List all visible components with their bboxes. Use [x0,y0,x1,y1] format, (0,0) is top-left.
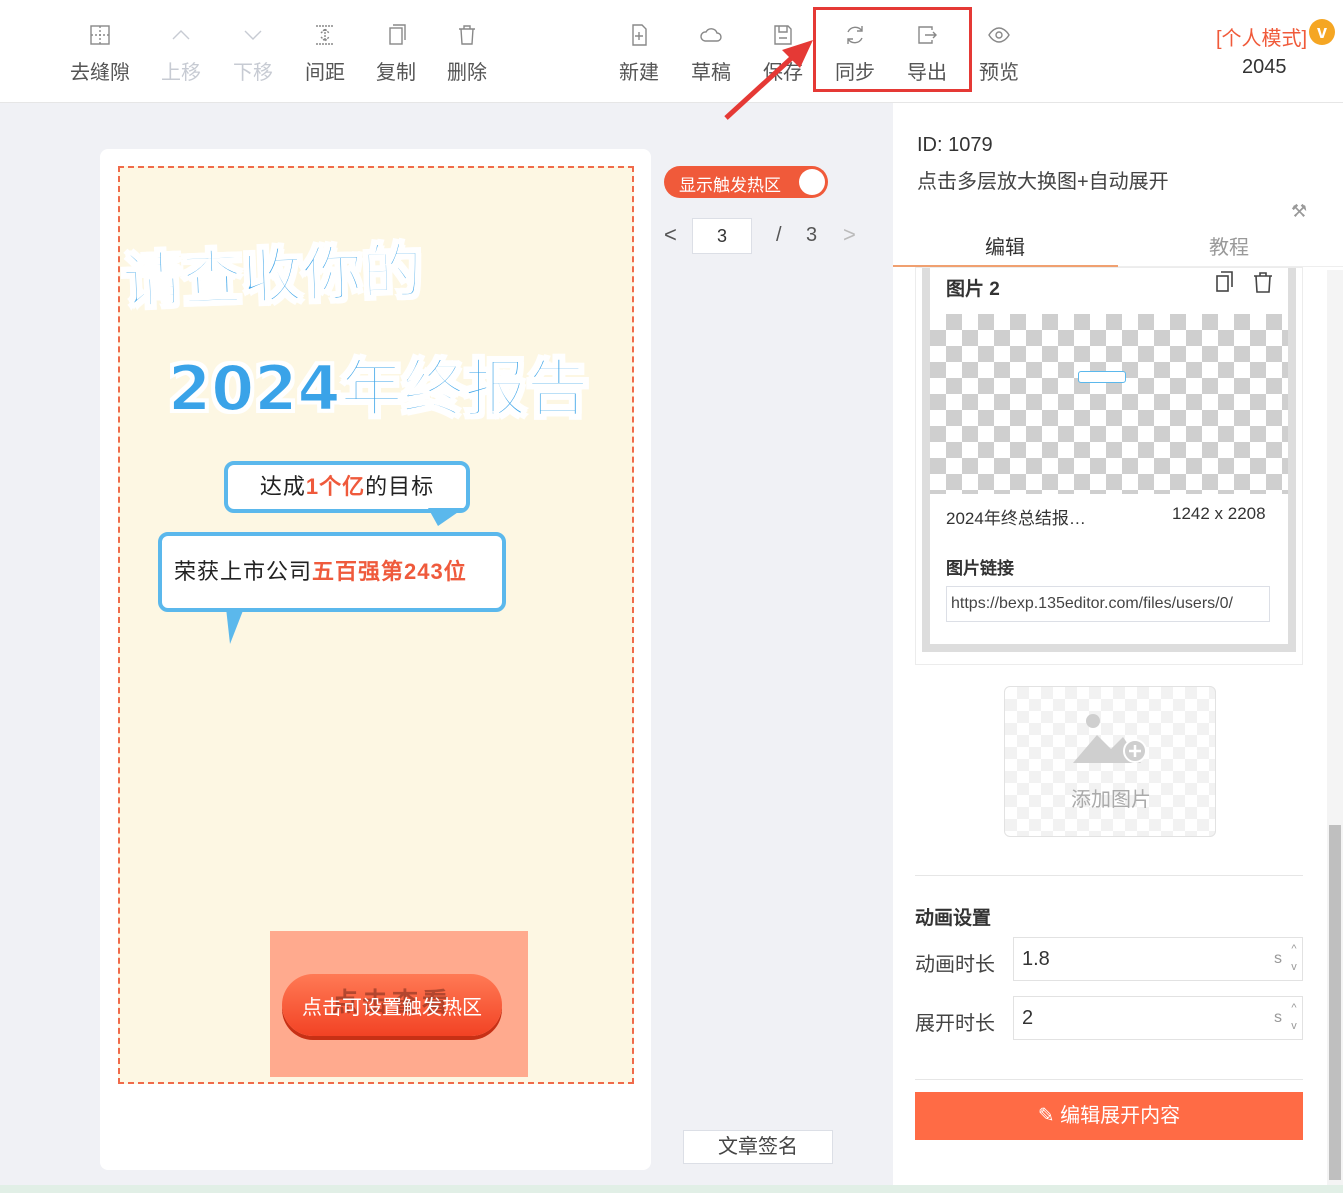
divider [915,1079,1303,1080]
expand-duration-label: 展开时长 [915,1013,995,1035]
preview-button[interactable]: 预览 [963,22,1035,84]
poster-headline-2: 2024年终报告 [167,351,590,426]
panel-scrollbar[interactable] [1327,270,1343,1186]
pager-separator: / [776,224,782,246]
tools-icon[interactable]: ⚒ [1291,201,1307,222]
mode-number: 2045 [1242,56,1287,78]
eye-icon [988,27,1010,43]
image-link-label: 图片链接 [946,559,1014,578]
remove-gap-button[interactable]: 去缝隙 [64,22,136,84]
chevron-left-icon[interactable]: < [664,222,677,248]
divider [915,875,1303,876]
trash-icon[interactable] [1252,270,1274,294]
top-toolbar: 去缝隙 上移 下移 间距 复制 删除 新建 草稿 保存 同步 导出 预览 [个人… [0,0,1343,103]
bubble-tail [428,508,464,526]
image-title: 图片 2 [946,279,1000,300]
template-description: 点击多层放大换图+自动展开 [917,171,1169,193]
stepper-arrows-icon[interactable]: ^ v [1288,940,1300,976]
tab-edit[interactable]: 编辑 [985,231,1025,260]
spacing-icon [316,25,334,45]
poster-headline-1: 请查收你的 [120,236,424,318]
thumbnail-preview-chip [1078,371,1126,383]
speech-bubble-goal: 达成1个亿的目标 [224,461,470,513]
move-down-button[interactable]: 下移 [217,22,289,84]
image-thumbnail[interactable] [930,314,1288,494]
copy-icon[interactable] [1214,270,1236,294]
move-up-button[interactable]: 上移 [145,22,217,84]
image-link-input[interactable]: https://bexp.135editor.com/files/users/0… [946,586,1270,622]
copy-button[interactable]: 复制 [360,22,432,84]
annotation-arrow-icon [724,40,813,120]
spacing-button[interactable]: 间距 [289,22,361,84]
stepper-arrows-icon[interactable]: ^ v [1288,999,1300,1035]
image-item-card: 图片 2 2024年终总结报… 1242 x 2208 图片链接 https:/… [915,267,1303,665]
mode-label[interactable]: [个人模式] [1216,22,1307,51]
vip-badge: v [1309,19,1335,45]
tab-tutorial[interactable]: 教程 [1209,231,1249,260]
page-total: 3 [806,224,818,246]
page-number-input[interactable] [692,218,752,254]
trash-icon [459,25,475,45]
speech-bubble-rank: 荣获上市公司五百强第243位 [158,532,506,612]
animation-duration-input[interactable]: 1.8 s ^ v [1013,937,1303,981]
article-signature-button[interactable]: 文章签名 [683,1130,833,1164]
annotation-highlight-box [813,7,972,92]
delete-button[interactable]: 删除 [431,22,503,84]
move-up-icon [172,30,190,40]
copy-icon [389,24,406,45]
bubble-tail [226,608,244,644]
toggle-knob [799,169,825,195]
animation-settings-title: 动画设置 [915,908,992,929]
add-image-button[interactable]: 添加图片 [1004,686,1216,837]
add-image-icon [1073,714,1147,763]
chevron-right-icon[interactable]: > [843,222,856,248]
template-id: ID: 1079 [917,134,993,156]
edit-expand-content-button[interactable]: ✎ 编辑展开内容 [915,1092,1303,1140]
show-hotspot-toggle[interactable]: 显示触发热区 [664,166,828,198]
image-file-name: 2024年终总结报… [946,509,1086,528]
scrollbar-thumb[interactable] [1329,825,1341,1180]
hotspot-hint-label[interactable]: 点击可设置触发热区 [282,991,502,1020]
expand-duration-input[interactable]: 2 s ^ v [1013,996,1303,1040]
remove-gap-icon [90,25,110,45]
animation-duration-label: 动画时长 [915,954,995,976]
poster-canvas[interactable]: 请查收你的 2024年终报告 达成1个亿的目标 荣获上市公司五百强第243位 点… [118,166,634,1084]
move-down-icon [244,30,262,40]
new-file-icon [632,24,647,46]
settings-panel: ID: 1079 点击多层放大换图+自动展开 ⚒ 编辑 教程 图片 2 2024… [893,103,1343,1185]
panel-tabs: 编辑 教程 [893,221,1343,267]
bottom-strip [0,1185,1343,1193]
new-button[interactable]: 新建 [603,22,675,84]
pencil-icon: ✎ [1037,1105,1055,1127]
image-dimensions: 1242 x 2208 [1172,504,1266,523]
